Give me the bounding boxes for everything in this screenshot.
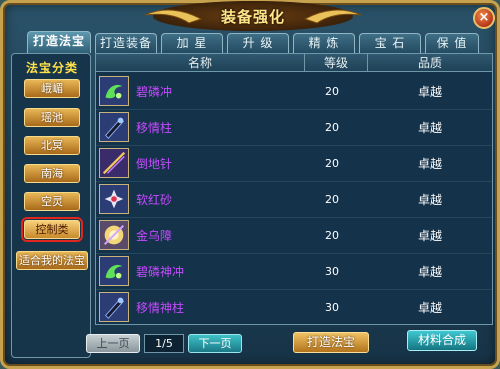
table-row[interactable]: 移情柱 20 卓越: [96, 110, 492, 146]
item-name: 倒地针: [136, 157, 173, 171]
page-indicator: 1/5: [144, 334, 184, 353]
dark-pillar-icon: [99, 292, 129, 322]
table-row[interactable]: 软红砂 20 卓越: [96, 182, 492, 218]
window-title: 装备强化: [220, 8, 285, 26]
tab-preserve[interactable]: 保 值: [425, 33, 479, 53]
item-level: 20: [325, 229, 339, 242]
item-level: 20: [325, 157, 339, 170]
column-header-quality: 品质: [417, 56, 442, 70]
item-quality: 卓越: [417, 121, 442, 135]
category-kongling[interactable]: 空灵: [24, 192, 80, 211]
category-yaochi[interactable]: 瑶池: [24, 108, 80, 127]
item-quality: 卓越: [417, 85, 442, 99]
close-button[interactable]: ×: [473, 7, 495, 29]
category-beiming[interactable]: 北冥: [24, 136, 80, 155]
item-quality: 卓越: [417, 229, 442, 243]
next-page-button[interactable]: 下一页: [188, 334, 242, 353]
item-name: 碧磷冲: [136, 85, 173, 99]
table-header: 名称 等级 品质: [96, 54, 492, 72]
item-quality: 卓越: [417, 193, 442, 207]
item-level: 20: [325, 121, 339, 134]
golden-shield-icon: [99, 220, 129, 250]
category-control[interactable]: 控制类: [21, 217, 83, 242]
item-name: 碧磷神冲: [136, 265, 185, 279]
prev-page-button[interactable]: 上一页: [86, 334, 140, 353]
item-quality: 卓越: [417, 301, 442, 315]
item-quality: 卓越: [417, 265, 442, 279]
forge-treasure-button[interactable]: 打造法宝: [293, 332, 369, 353]
item-level: 20: [325, 85, 339, 98]
category-suitable-for-me[interactable]: 适合我的法宝: [16, 251, 88, 270]
category-emei[interactable]: 峨嵋: [24, 79, 80, 98]
material-compose-button[interactable]: 材料合成: [407, 330, 477, 351]
green-swirl-icon: [99, 256, 129, 286]
category-sidebar: 法宝分类 峨嵋 瑶池 北冥 南海 空灵 控制类 适合我的法宝: [11, 53, 91, 358]
item-level: 30: [325, 301, 339, 314]
table-row[interactable]: 移情神柱 30 卓越: [96, 290, 492, 326]
item-name: 移情神柱: [136, 301, 185, 315]
item-name: 移情柱: [136, 121, 173, 135]
item-level: 30: [325, 265, 339, 278]
table-row[interactable]: 倒地针 20 卓越: [96, 146, 492, 182]
dark-pillar-icon: [99, 112, 129, 142]
category-nanhai[interactable]: 南海: [24, 164, 80, 183]
tab-forge-equipment[interactable]: 打造装备: [95, 33, 157, 53]
column-header-level: 等级: [323, 56, 348, 70]
tab-gem[interactable]: 宝 石: [359, 33, 421, 53]
red-sand-icon: [99, 184, 129, 214]
tab-refine[interactable]: 精 炼: [293, 33, 355, 53]
sidebar-title: 法宝分类: [25, 61, 78, 75]
item-level: 20: [325, 193, 339, 206]
table-row[interactable]: 碧磷神冲 30 卓越: [96, 254, 492, 290]
item-name: 软红砂: [136, 193, 173, 207]
tab-add-star[interactable]: 加 星: [161, 33, 223, 53]
item-name: 金乌障: [136, 229, 173, 243]
forge-window: 装备强化 × 打造法宝 打造装备 加 星 升 级 精 炼 宝 石 保 值 法宝分…: [0, 0, 500, 369]
green-swirl-icon: [99, 76, 129, 106]
treasure-table: 名称 等级 品质 碧磷冲 20 卓越 移情柱 20 卓越 倒地针 20 卓越 软…: [95, 53, 493, 325]
tab-upgrade[interactable]: 升 级: [227, 33, 289, 53]
golden-needle-icon: [99, 148, 129, 178]
column-header-name: 名称: [187, 56, 212, 70]
table-row[interactable]: 碧磷冲 20 卓越: [96, 74, 492, 110]
item-quality: 卓越: [417, 157, 442, 171]
tab-forge-treasure[interactable]: 打造法宝: [27, 31, 91, 53]
table-row[interactable]: 金乌障 20 卓越: [96, 218, 492, 254]
